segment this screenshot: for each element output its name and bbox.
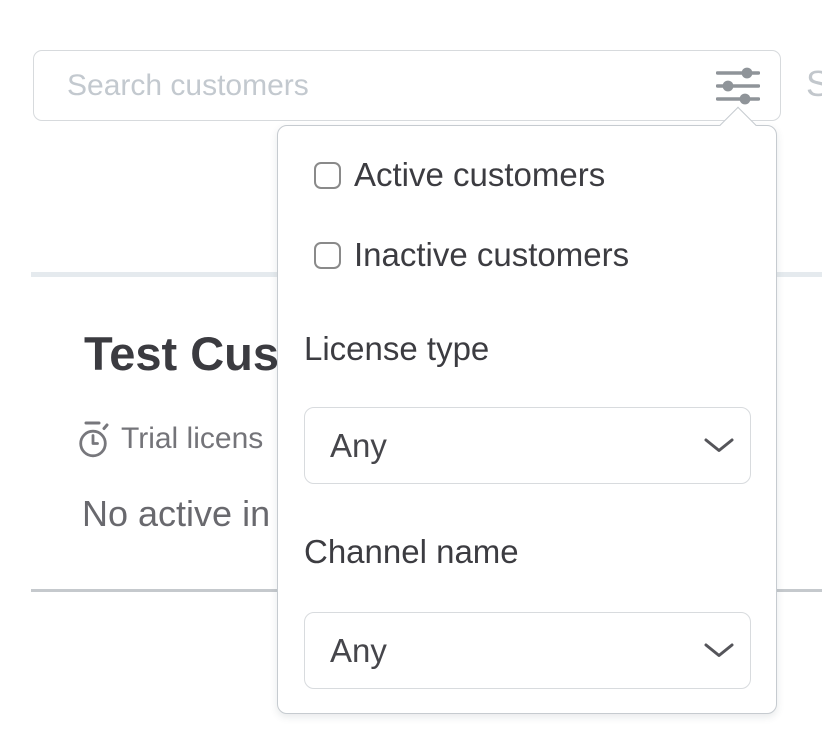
checkbox-label: Inactive customers bbox=[354, 236, 629, 274]
active-customers-checkbox[interactable] bbox=[314, 162, 341, 189]
chevron-down-icon bbox=[704, 643, 734, 658]
truncated-right-label: S bbox=[806, 66, 822, 102]
filter-popover: Active customers Inactive customers Lice… bbox=[277, 125, 777, 714]
license-type-label: License type bbox=[304, 329, 489, 369]
timer-icon bbox=[78, 420, 110, 458]
search-field bbox=[33, 50, 781, 121]
filter-button[interactable] bbox=[712, 63, 764, 109]
filter-option-inactive-customers[interactable]: Inactive customers bbox=[314, 236, 629, 274]
sliders-icon bbox=[716, 66, 760, 106]
select-value: Any bbox=[330, 632, 387, 670]
license-type-select[interactable]: Any bbox=[304, 407, 751, 484]
customer-status-text: No active in bbox=[82, 496, 270, 532]
checkbox-label: Active customers bbox=[354, 156, 605, 194]
inactive-customers-checkbox[interactable] bbox=[314, 242, 341, 269]
search-input[interactable] bbox=[33, 50, 781, 121]
license-text: Trial licens bbox=[121, 422, 263, 456]
customer-title: Test Cust bbox=[84, 330, 295, 377]
filter-option-active-customers[interactable]: Active customers bbox=[314, 156, 605, 194]
license-row: Trial licens bbox=[78, 420, 263, 458]
customers-screen: Test Cust Trial licens No active in bbox=[0, 0, 822, 756]
chevron-down-icon bbox=[704, 438, 734, 453]
channel-name-select[interactable]: Any bbox=[304, 612, 751, 689]
select-value: Any bbox=[330, 427, 387, 465]
channel-name-label: Channel name bbox=[304, 532, 519, 572]
